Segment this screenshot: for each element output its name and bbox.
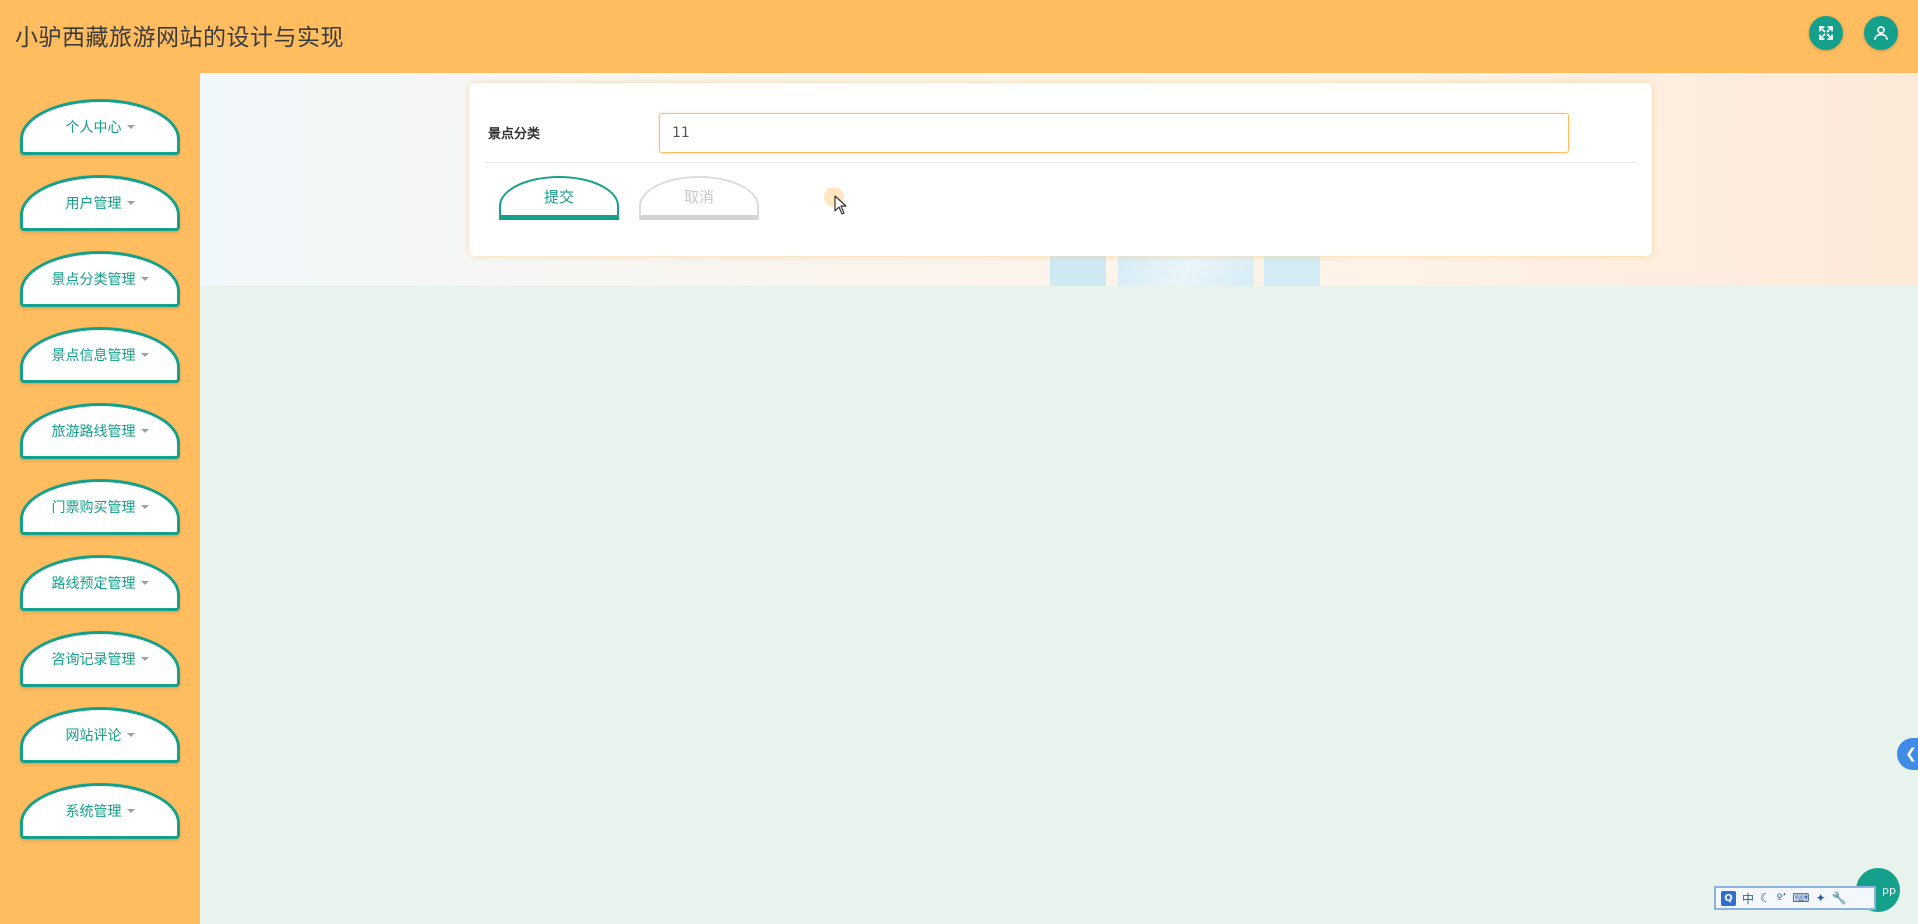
caret-down-icon	[126, 809, 135, 813]
sidebar-item-label: 路线预定管理	[51, 576, 136, 592]
sidebar-item-ticket-purchase-management[interactable]: 门票购买管理	[20, 479, 180, 535]
caret-down-icon	[140, 657, 149, 661]
sidebar-item-label: 咨询记录管理	[51, 652, 136, 668]
chevron-left-icon: ❮	[1905, 746, 1917, 762]
sidebar-item-personal-center[interactable]: 个人中心	[20, 99, 180, 155]
caret-down-icon	[140, 429, 149, 433]
caret-down-icon	[126, 125, 135, 129]
sidebar-item-label: 用户管理	[65, 196, 122, 212]
wrench-icon[interactable]: 🔧	[1832, 891, 1847, 905]
caret-down-icon	[140, 581, 149, 585]
fullscreen-icon	[1819, 26, 1833, 40]
sidebar-item-label: 景点分类管理	[51, 272, 136, 288]
fullscreen-button[interactable]	[1809, 16, 1843, 50]
caret-down-icon	[140, 277, 149, 281]
sidebar-item-label: 旅游路线管理	[51, 424, 136, 440]
submit-button[interactable]: 提交	[499, 176, 619, 220]
cancel-button[interactable]: 取消	[639, 176, 759, 220]
main-content: 景点分类 提交 取消	[200, 73, 1918, 924]
sidebar-item-scenic-info-management[interactable]: 景点信息管理	[20, 327, 180, 383]
app-title: 小驴西藏旅游网站的设计与实现	[15, 25, 344, 51]
app-bubble-label: pp	[1882, 883, 1896, 897]
sidebar-item-label: 门票购买管理	[51, 500, 136, 516]
caret-down-icon	[140, 353, 149, 357]
ime-toolbar: Q 中 ☾ º’ ⌨ ✦ 🔧	[1714, 886, 1876, 910]
sidebar-item-label: 个人中心	[65, 120, 122, 136]
sidebar-item-site-comments[interactable]: 网站评论	[20, 707, 180, 763]
top-header: 小驴西藏旅游网站的设计与实现	[0, 0, 1918, 73]
banner-decoration	[1264, 253, 1320, 286]
ime-language-toggle[interactable]: 中	[1742, 890, 1754, 907]
user-button[interactable]	[1864, 16, 1898, 50]
form-divider	[485, 162, 1637, 163]
caret-down-icon	[140, 505, 149, 509]
category-input[interactable]	[659, 113, 1569, 153]
sidebar-item-system-management[interactable]: 系统管理	[20, 783, 180, 839]
mouse-pointer-icon	[834, 195, 847, 215]
user-icon	[1874, 26, 1888, 40]
sidebar-item-label: 景点信息管理	[51, 348, 136, 364]
punctuation-icon[interactable]: º’	[1777, 891, 1786, 905]
category-form-card: 景点分类 提交 取消	[469, 83, 1652, 256]
sparkle-icon[interactable]: ✦	[1816, 891, 1826, 905]
banner-decoration	[1118, 253, 1254, 286]
sidebar-item-travel-route-management[interactable]: 旅游路线管理	[20, 403, 180, 459]
sidebar-item-label: 网站评论	[65, 728, 122, 744]
caret-down-icon	[126, 201, 135, 205]
sidebar-menu: 个人中心 用户管理 景点分类管理 景点信息管理 旅游路线管理 门票购买管理 路线…	[0, 73, 200, 924]
caret-down-icon	[126, 733, 135, 737]
sidebar-item-route-booking-management[interactable]: 路线预定管理	[20, 555, 180, 611]
moon-icon[interactable]: ☾	[1760, 891, 1771, 905]
sidebar-item-consultation-record-management[interactable]: 咨询记录管理	[20, 631, 180, 687]
sidebar-item-user-management[interactable]: 用户管理	[20, 175, 180, 231]
keyboard-icon[interactable]: ⌨	[1792, 891, 1809, 905]
category-field-label: 景点分类	[488, 127, 541, 142]
banner-decoration	[1050, 253, 1106, 286]
sidebar-item-scenic-category-management[interactable]: 景点分类管理	[20, 251, 180, 307]
sidebar-item-label: 系统管理	[65, 804, 122, 820]
ime-logo-icon[interactable]: Q	[1721, 890, 1736, 906]
